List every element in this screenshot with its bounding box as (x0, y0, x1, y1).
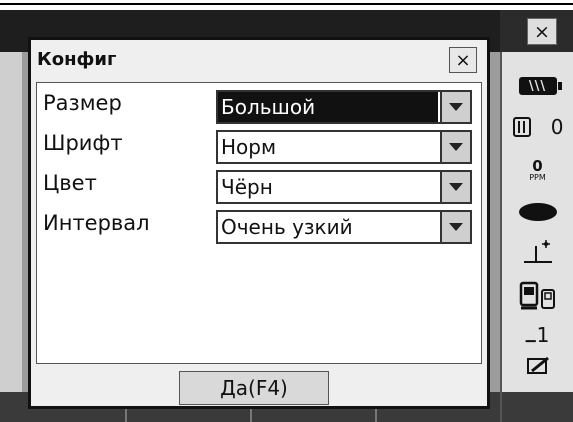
status-panel: \\\ 0 0 PPM ▁ 1 (500, 52, 573, 392)
dialog-body: Размер Большой Шрифт Норм Цвет Чёрн Инте… (36, 82, 482, 364)
background-window-edge (0, 52, 22, 422)
font-select[interactable]: Норм (216, 130, 472, 164)
battery-icon: \\\ (518, 77, 562, 95)
distance-constant: 0 (550, 115, 564, 139)
ppm-value: 0 (532, 156, 543, 175)
setting-row-color: Цвет Чёрн (37, 167, 481, 207)
laser-lens-icon (518, 203, 557, 221)
chevron-down-icon[interactable] (440, 92, 470, 122)
background-close-area: × (500, 10, 573, 52)
color-select-value: Чёрн (221, 175, 273, 199)
tilt-indicator (502, 232, 573, 270)
size-select-value: Большой (218, 92, 438, 122)
laser-indicator (502, 198, 573, 226)
chevron-down-icon[interactable] (440, 172, 470, 202)
level-icon (523, 240, 552, 263)
color-label: Цвет (43, 171, 97, 195)
memory-indicator: ▁ 1 (502, 320, 573, 350)
dialog-footer: Да(F4) (31, 368, 487, 406)
pen-input-icon (526, 356, 549, 374)
communication-indicator (502, 276, 573, 316)
memory-value: 1 (536, 323, 550, 347)
close-icon: × (455, 49, 471, 71)
input-mode-indicator (502, 352, 573, 380)
target-distance-indicator: 0 (502, 110, 573, 144)
ppm-icon: 0 PPM (529, 156, 546, 182)
setting-row-font: Шрифт Норм (37, 127, 481, 167)
interval-label: Интервал (43, 211, 150, 235)
chevron-down-icon[interactable] (440, 212, 470, 242)
color-select[interactable]: Чёрн (216, 170, 472, 204)
dialog-title: Конфиг (37, 49, 117, 70)
ppm-indicator: 0 PPM (502, 152, 573, 188)
font-label: Шрифт (43, 131, 123, 155)
config-dialog: Конфиг × Размер Большой Шрифт Норм Цвет … (28, 37, 490, 409)
size-select[interactable]: Большой (216, 90, 472, 124)
dialog-close-button[interactable]: × (449, 47, 477, 73)
font-select-value: Норм (221, 135, 277, 159)
top-rule (0, 3, 573, 5)
prism-icon (512, 117, 531, 137)
instrument-screen: × \\\ 0 0 PPM ▁ 1 Конфиг × Размер Большо… (0, 10, 573, 422)
background-close-button[interactable]: × (527, 18, 557, 45)
status-panel-footer (500, 392, 573, 422)
battery-indicator: \\\ (502, 72, 573, 100)
chevron-down-icon[interactable] (440, 132, 470, 162)
ok-button[interactable]: Да(F4) (179, 371, 329, 405)
instrument-link-icon (519, 281, 555, 310)
memory-icon: ▁ (525, 327, 536, 343)
interval-select[interactable]: Очень узкий (216, 210, 472, 244)
size-label: Размер (43, 91, 122, 115)
dialog-titlebar: Конфиг × (31, 40, 487, 80)
ppm-unit: PPM (529, 172, 546, 182)
interval-select-value: Очень узкий (221, 215, 353, 239)
setting-row-size: Размер Большой (37, 87, 481, 127)
setting-row-interval: Интервал Очень узкий (37, 207, 481, 247)
